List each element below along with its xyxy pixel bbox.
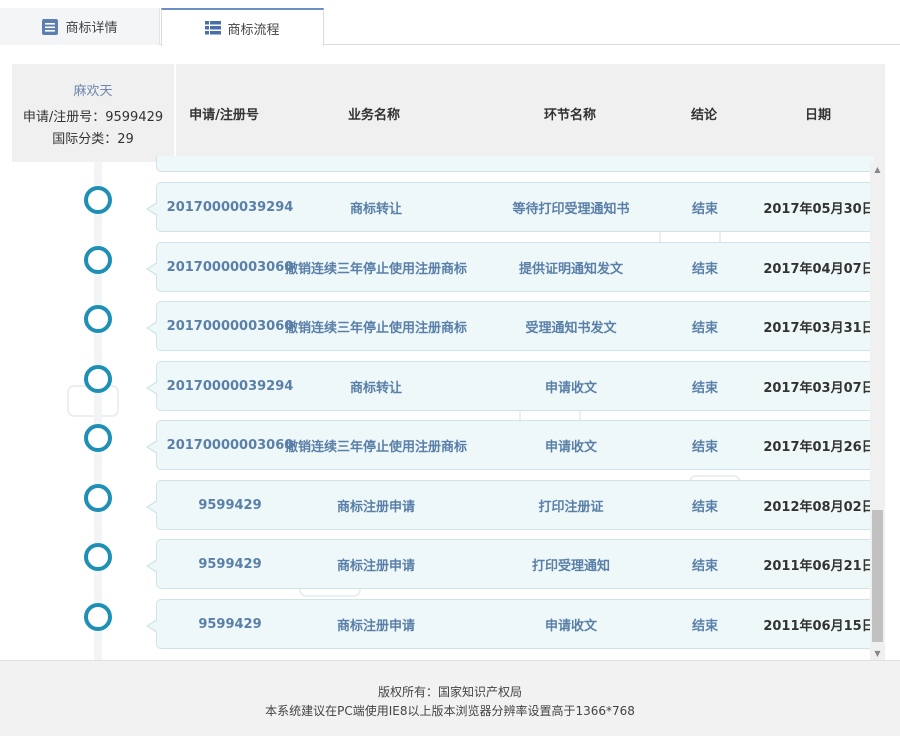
tab-label: 商标详情 [65, 21, 118, 36]
cell-stage-name: 打印注册证 [538, 499, 604, 515]
cell-reg-no: 20170000003060 [166, 259, 294, 275]
process-row[interactable]: 20170000003060 撤销连续三年停止使用注册商标 受理通知书发文 结束 201… [146, 301, 875, 351]
timeline-node-icon [84, 365, 112, 393]
timeline-node-icon [84, 424, 112, 452]
scrollbar-thumb[interactable] [872, 510, 883, 642]
cell-business-name: 商标转让 [349, 201, 402, 217]
registration-number: 申请/注册号：9599429 [22, 110, 164, 125]
cell-result: 结束 [691, 618, 718, 634]
header-result: 结论 [690, 107, 717, 123]
browser-recommendation-text: 本系统建议在PC端使用IE8以上版本浏览器分辨率设置高于1366*768 [265, 704, 635, 718]
timeline-node-icon [84, 484, 112, 512]
cell-date: 2011年06月21日 [763, 558, 875, 574]
cell-stage-name: 等待打印受理通知书 [512, 201, 630, 217]
cell-business-name: 撤销连续三年停止使用注册商标 [285, 439, 468, 455]
timeline-track [94, 156, 102, 660]
cell-stage-name: 受理通知书发文 [525, 320, 617, 336]
timeline-node-icon [84, 305, 112, 333]
tab-label: 商标流程 [227, 22, 280, 38]
cell-stage-name: 申请收文 [544, 439, 597, 455]
timeline-node-icon [84, 246, 112, 274]
cell-result: 结束 [691, 261, 718, 277]
process-row[interactable]: 20170000039294 商标转让 申请收文 结束 2017年03月07日 [146, 361, 875, 411]
cell-stage-name: 申请收文 [544, 618, 597, 634]
cell-reg-no: 20170000003060 [166, 437, 294, 453]
header-business-name: 业务名称 [347, 107, 400, 123]
cell-date: 2017年03月31日 [763, 320, 875, 336]
process-row[interactable]: 9599429 商标注册申请 打印受理通知 结束 2011年06月21日 [146, 539, 875, 589]
cell-business-name: 商标注册申请 [336, 499, 415, 515]
cell-reg-no: 9599429 [198, 616, 262, 632]
tab-bar: 商标详情 商标流程 [0, 0, 900, 46]
cell-date: 2011年06月15日 [763, 618, 875, 634]
cell-result: 结束 [691, 201, 718, 217]
cell-result: 结束 [691, 380, 718, 396]
cell-business-name: 撤销连续三年停止使用注册商标 [285, 261, 468, 277]
scroll-up-arrow-icon[interactable]: ▲ [870, 162, 885, 176]
cell-stage-name: 提供证明通知发文 [518, 261, 623, 277]
tab-trademark-details[interactable]: 商标详情 [0, 8, 160, 45]
cell-reg-no: 9599429 [198, 556, 262, 572]
process-row[interactable]: 20170000039294 商标转让 等待打印受理通知书 结束 2017年05月30日 [146, 182, 875, 232]
vertical-scrollbar[interactable]: ▲ ▼ [870, 162, 885, 660]
table-header: 申请/注册号 业务名称 环节名称 结论 日期 [176, 64, 885, 162]
cell-reg-no: 20170000039294 [166, 378, 294, 394]
timeline-node-icon [84, 543, 112, 571]
timeline-node-icon [84, 603, 112, 631]
cell-reg-no: 20170000003060 [166, 318, 294, 334]
process-row[interactable]: 20170000003060 撤销连续三年停止使用注册商标 申请收文 结束 2017年0… [146, 420, 875, 470]
cell-date: 2017年04月07日 [763, 261, 875, 277]
cell-business-name: 撤销连续三年停止使用注册商标 [285, 320, 468, 336]
international-class: 国际分类：29 [52, 132, 134, 147]
cell-date: 2017年05月30日 [763, 201, 875, 217]
document-list-icon [41, 18, 59, 36]
cell-date: 2012年08月02日 [763, 499, 875, 515]
cell-result: 结束 [691, 499, 718, 515]
trademark-summary: 麻欢天 申请/注册号：9599429 国际分类：29 [12, 64, 174, 162]
cell-result: 结束 [691, 558, 718, 574]
process-row[interactable]: 20170000003060 撤销连续三年停止使用注册商标 提供证明通知发文 结束 20… [146, 242, 875, 292]
copyright-text: 版权所有：国家知识产权局 [377, 685, 522, 699]
cell-date: 2017年03月07日 [763, 380, 875, 396]
cell-business-name: 商标注册申请 [336, 618, 415, 634]
cell-reg-no: 9599429 [198, 497, 262, 513]
cell-reg-no: 20170000039294 [166, 199, 294, 215]
page-footer: 版权所有：国家知识产权局 本系统建议在PC端使用IE8以上版本浏览器分辨率设置高… [0, 660, 900, 736]
cell-stage-name: 打印受理通知 [531, 558, 610, 574]
timeline-node-icon [84, 186, 112, 214]
cell-business-name: 商标注册申请 [336, 558, 415, 574]
header-reg-no: 申请/注册号 [189, 107, 259, 123]
trademark-name: 麻欢天 [73, 84, 113, 99]
cell-result: 结束 [691, 439, 718, 455]
scroll-down-arrow-icon[interactable]: ▼ [870, 646, 885, 660]
cell-business-name: 商标转让 [349, 380, 402, 396]
tab-trademark-process[interactable]: 商标流程 [161, 8, 324, 46]
partial-row [156, 156, 874, 172]
header-stage-name: 环节名称 [543, 107, 596, 123]
header-date: 日期 [804, 107, 831, 123]
cell-stage-name: 申请收文 [544, 380, 597, 396]
process-panel: 麻欢天 申请/注册号：9599429 国际分类：29 申请/注册号 业务名称 环… [0, 46, 900, 660]
process-row[interactable]: 9599429 商标注册申请 申请收文 结束 2011年06月15日 [146, 599, 875, 649]
table-list-icon [205, 21, 222, 35]
cell-date: 2017年01月26日 [763, 439, 875, 455]
cell-result: 结束 [691, 320, 718, 336]
process-row[interactable]: 9599429 商标注册申请 打印注册证 结束 2012年08月02日 [146, 480, 875, 530]
